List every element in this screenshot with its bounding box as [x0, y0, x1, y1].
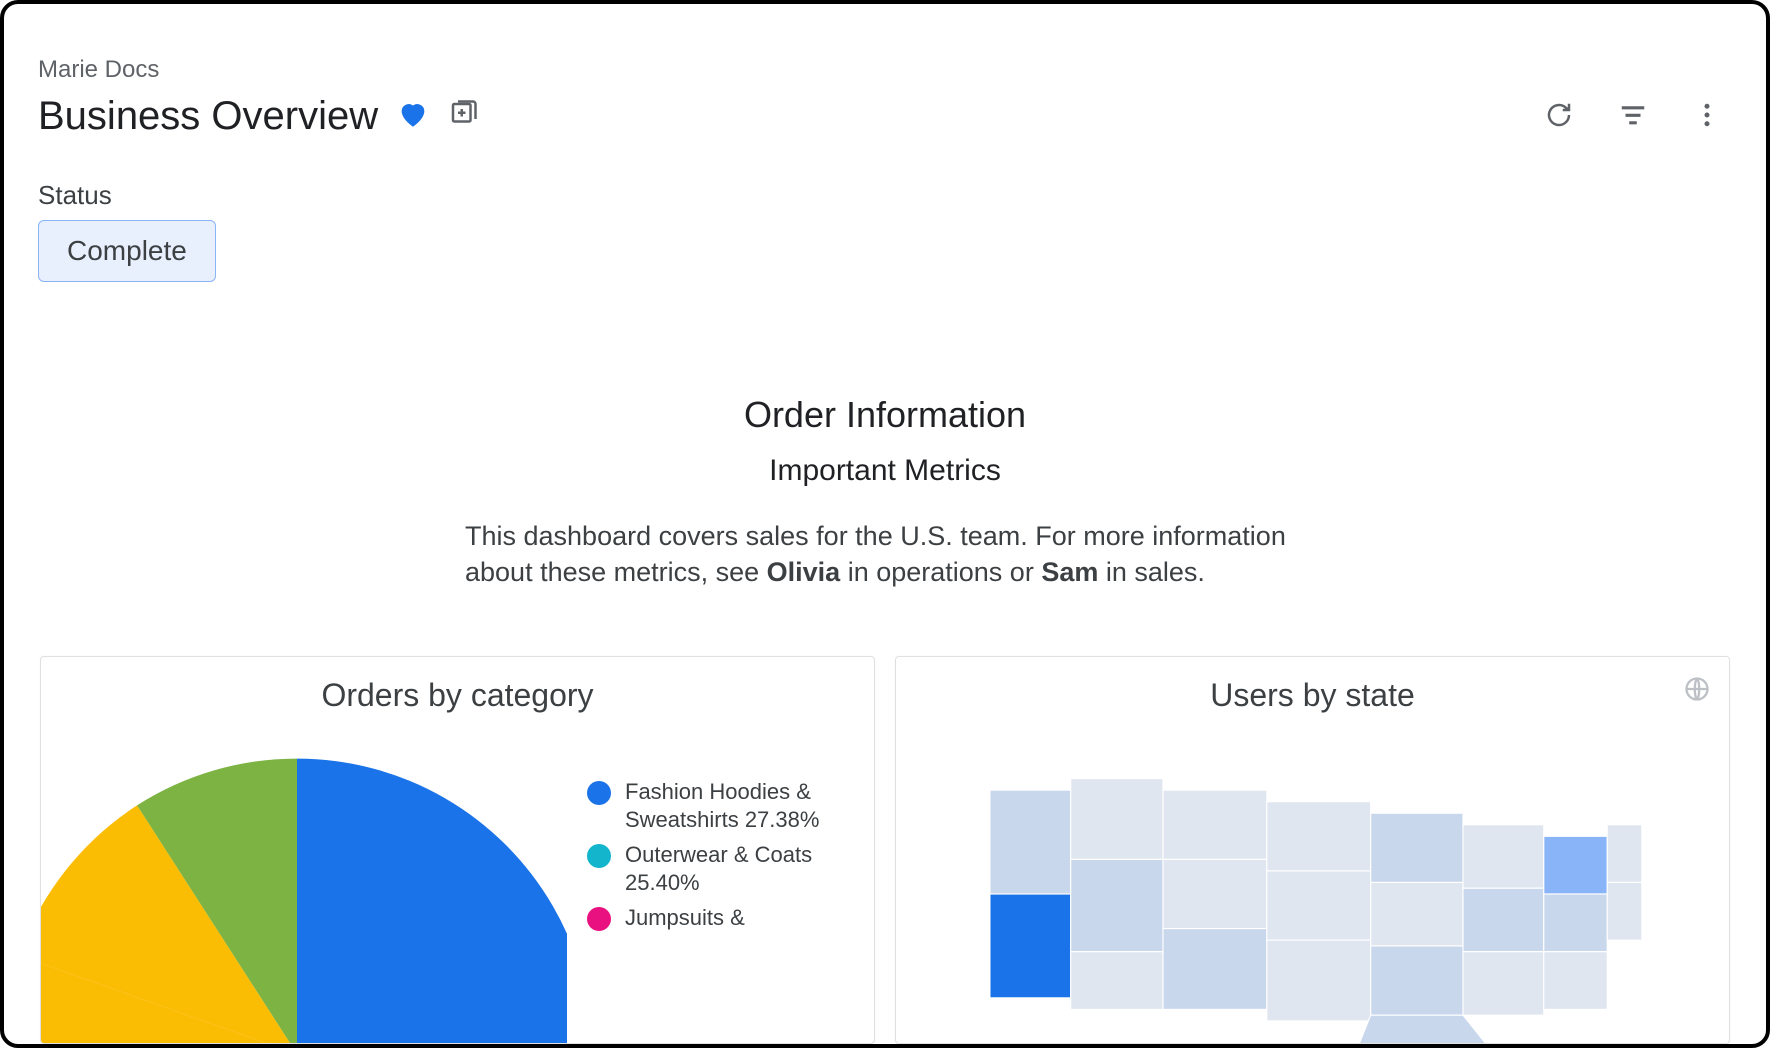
- legend-row[interactable]: Jumpsuits &: [587, 904, 825, 932]
- title-row: Business Overview: [38, 94, 478, 139]
- us-map[interactable]: [933, 744, 1693, 1044]
- map-wrap: [922, 744, 1703, 1044]
- globe-icon[interactable]: [1683, 675, 1711, 703]
- desc-contact-1: Olivia: [767, 557, 841, 587]
- legend-label: Fashion Hoodies & Sweatshirts 27.38%: [625, 778, 825, 833]
- legend-label: Outerwear & Coats 25.40%: [625, 841, 825, 896]
- pie-chart: [40, 734, 567, 1044]
- pie-card-title: Orders by category: [67, 677, 848, 714]
- section-description: This dashboard covers sales for the U.S.…: [255, 518, 1515, 591]
- legend-dot: [587, 907, 611, 931]
- page-title: Business Overview: [38, 94, 378, 139]
- breadcrumb[interactable]: Marie Docs: [38, 56, 159, 84]
- top-actions: [1544, 100, 1722, 135]
- desc-text: in sales.: [1098, 557, 1205, 587]
- users-by-state-card: Users by state: [895, 656, 1730, 1044]
- orders-by-category-card: Orders by category Fashion Hoodies & Swe…: [40, 656, 875, 1044]
- heart-icon[interactable]: [396, 97, 430, 136]
- map-card-title: Users by state: [922, 677, 1703, 714]
- legend-label: Jumpsuits &: [625, 904, 745, 932]
- dashboard-frame: Marie Docs Business Overview Status Comp…: [0, 0, 1770, 1048]
- status-filter-chip[interactable]: Complete: [38, 220, 216, 282]
- pie-legend: Fashion Hoodies & Sweatshirts 27.38% Oute…: [587, 778, 825, 932]
- section-subheading: Important Metrics: [4, 454, 1766, 488]
- charts-row: Orders by category Fashion Hoodies & Swe…: [40, 656, 1730, 1044]
- legend-row[interactable]: Outerwear & Coats 25.40%: [587, 841, 825, 896]
- desc-text: in operations or: [840, 557, 1041, 587]
- intro-text-block: Order Information Important Metrics This…: [4, 394, 1766, 591]
- legend-dot: [587, 844, 611, 868]
- reload-icon[interactable]: [1544, 100, 1574, 135]
- legend-dot: [587, 781, 611, 805]
- legend-row[interactable]: Fashion Hoodies & Sweatshirts 27.38%: [587, 778, 825, 833]
- more-vert-icon[interactable]: [1692, 100, 1722, 135]
- desc-contact-2: Sam: [1041, 557, 1098, 587]
- section-heading: Order Information: [4, 394, 1766, 436]
- add-to-board-icon[interactable]: [448, 99, 478, 134]
- pie-wrap: Fashion Hoodies & Sweatshirts 27.38% Oute…: [67, 744, 848, 1044]
- filter-icon[interactable]: [1618, 100, 1648, 135]
- pie-slice-blue[interactable]: [297, 759, 567, 1044]
- status-filter-label: Status: [38, 180, 112, 211]
